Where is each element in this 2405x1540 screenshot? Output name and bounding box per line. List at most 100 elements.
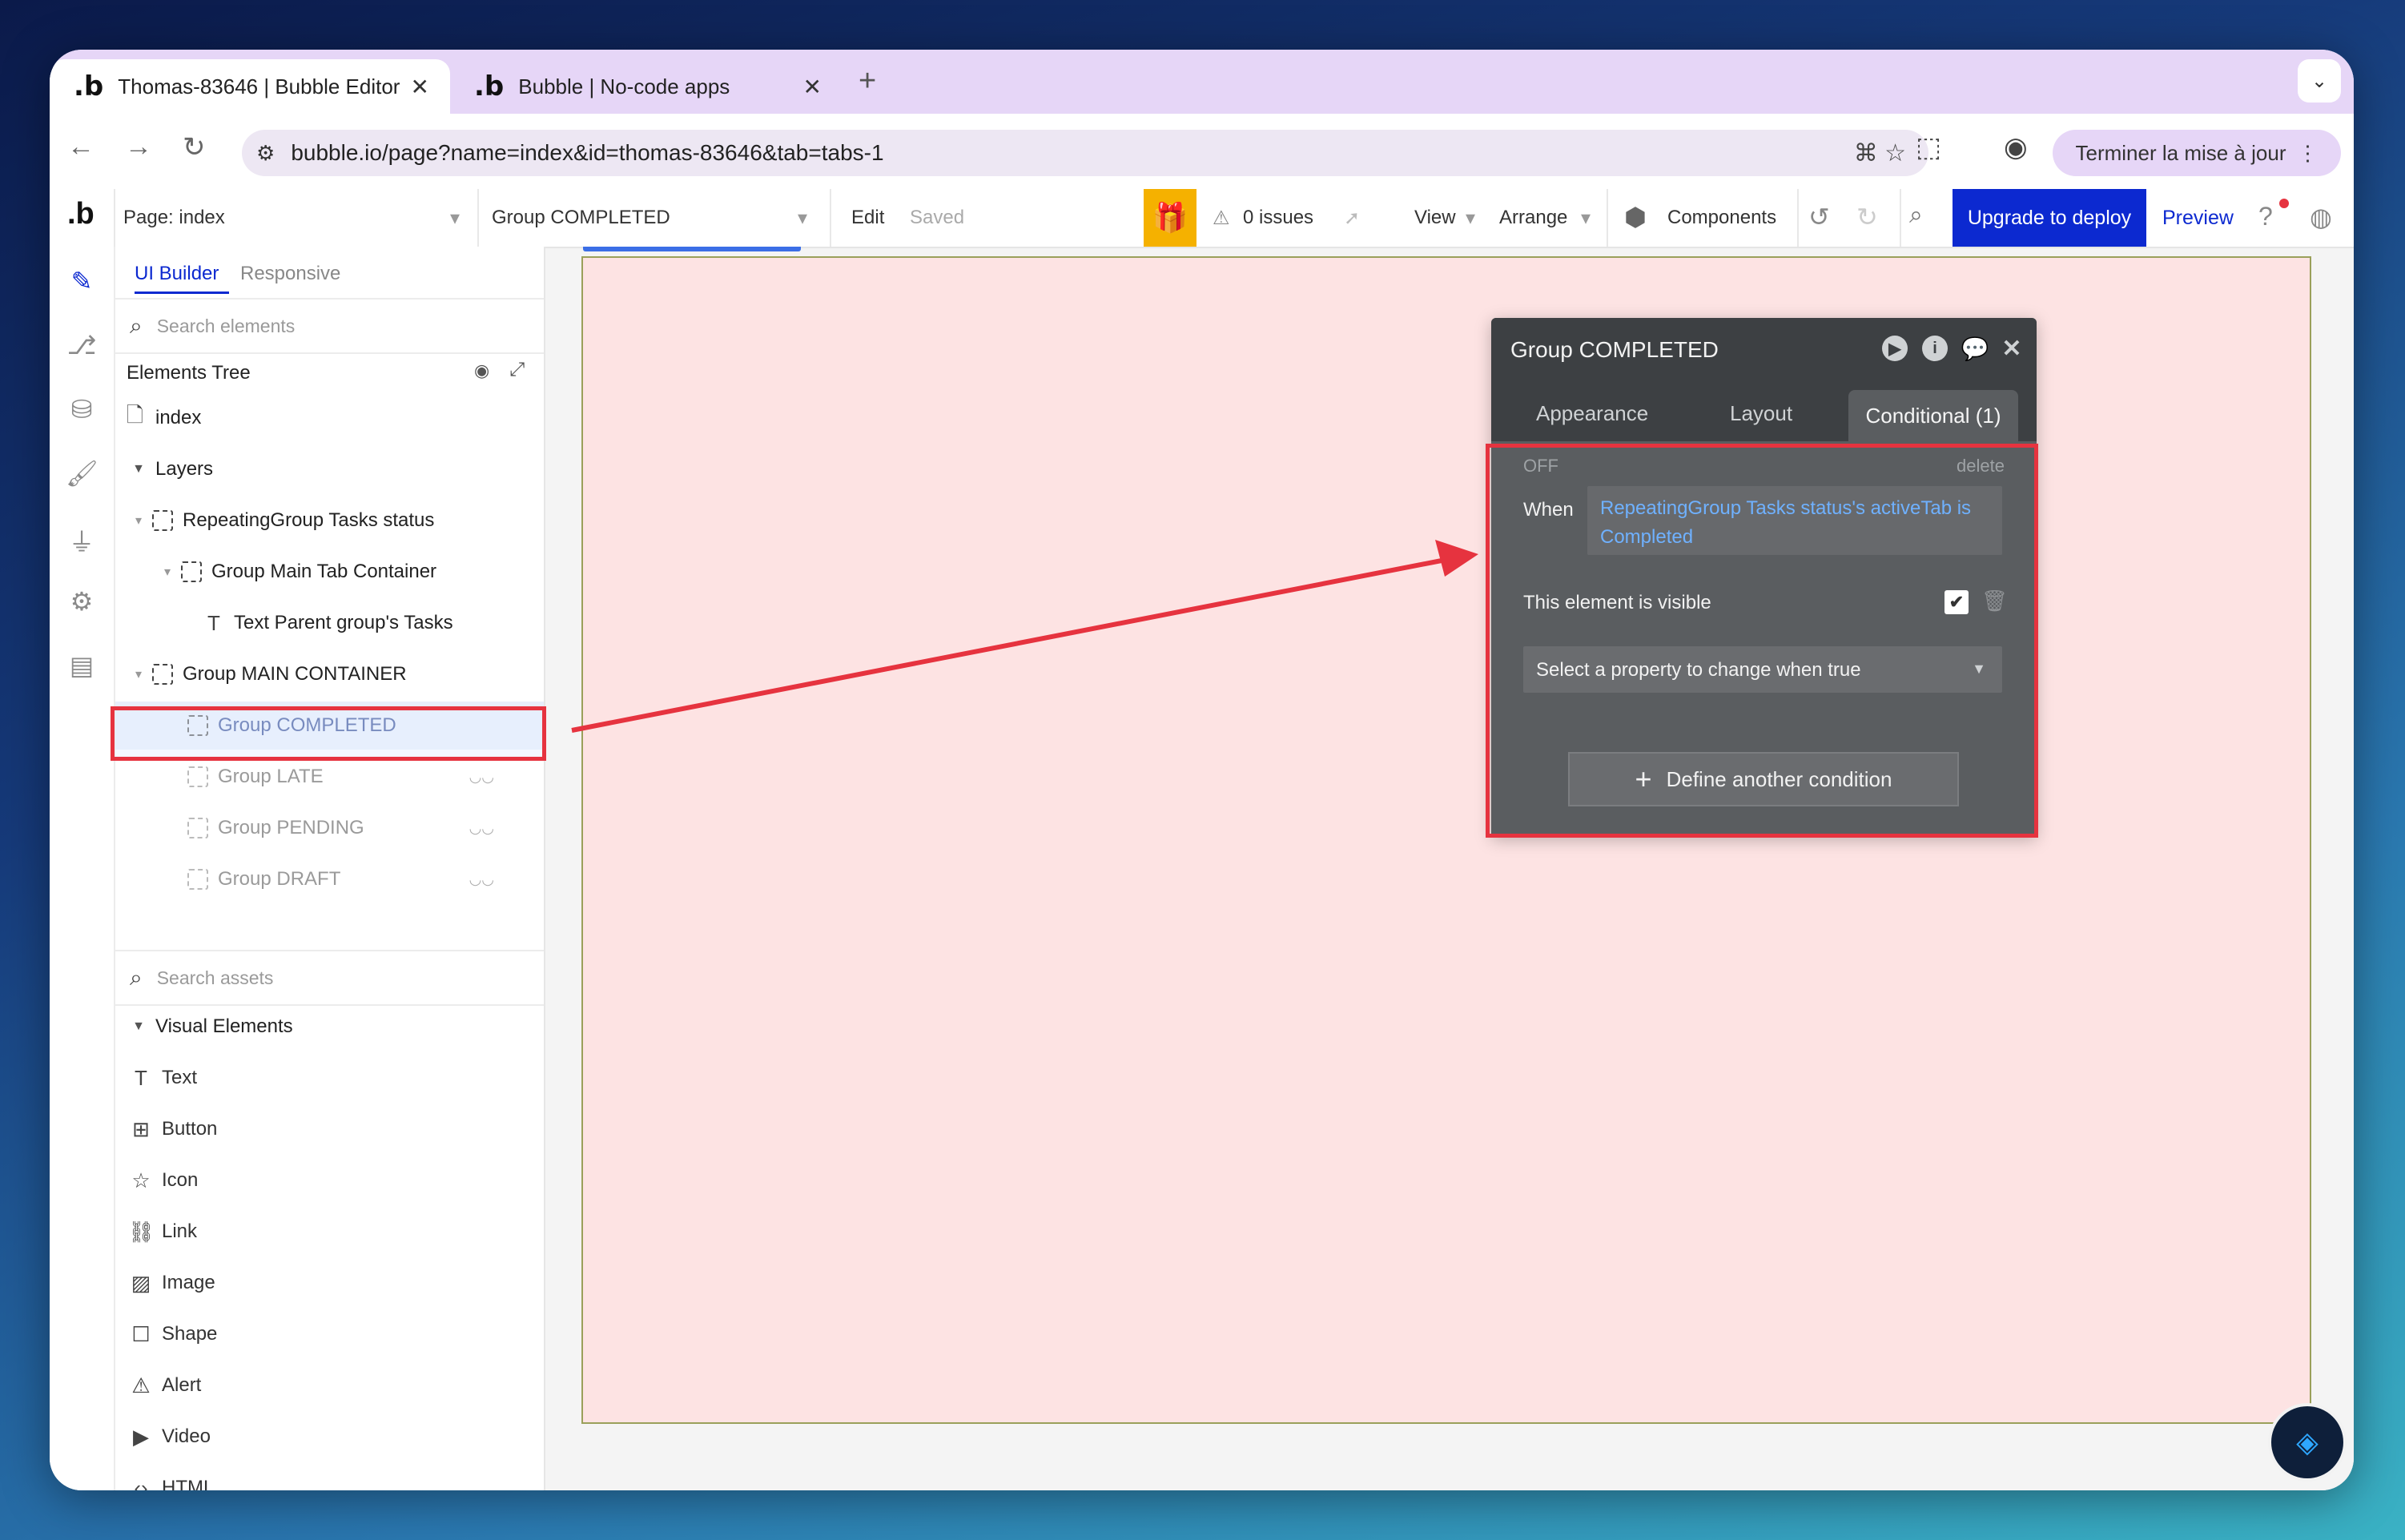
address-bar[interactable]: ⚙ bubble.io/page?name=index&id=thomas-83… — [242, 130, 1928, 176]
profile-avatar-icon[interactable]: ◉ — [2004, 131, 2028, 163]
visual-element-label: Alert — [162, 1374, 202, 1396]
tree-item-repeatinggroup[interactable]: ▾ RepeatingGroup Tasks status — [115, 497, 544, 545]
tree-item-group-main-tab[interactable]: ▾ Group Main Tab Container — [115, 548, 544, 596]
tab-title: Bubble | No-code apps — [518, 74, 730, 99]
view-menu[interactable]: View — [1414, 207, 1456, 229]
search-icon[interactable]: ⌕ — [1909, 202, 1923, 229]
tree-item-text-parent[interactable]: T Text Parent group's Tasks — [115, 599, 544, 647]
tab-responsive[interactable]: Responsive — [240, 263, 340, 285]
tree-item-group-draft[interactable]: Group DRAFT ◡◡ — [115, 855, 544, 903]
visual-element-button[interactable]: ⊞ Button — [115, 1105, 544, 1153]
issues-button[interactable]: 0 issues — [1243, 207, 1313, 229]
floating-assistant-button[interactable]: ◈ — [2268, 1403, 2347, 1482]
visual-element-link[interactable]: ⛓ Link — [115, 1208, 544, 1256]
eye-icon[interactable]: ◉ — [474, 360, 489, 381]
page-dropdown[interactable]: Page: index — [123, 207, 225, 229]
undo-icon[interactable]: ↺ — [1808, 202, 1830, 232]
tree-item-group-main-container[interactable]: ▾ Group MAIN CONTAINER — [115, 650, 544, 698]
tab-ui-builder[interactable]: UI Builder — [135, 263, 219, 285]
chevron-down-icon: ⌄ — [2310, 70, 2328, 92]
tree-item-label: RepeatingGroup Tasks status — [183, 509, 435, 531]
cursor-icon[interactable]: ➚ — [1344, 207, 1360, 230]
visual-elements-header[interactable]: ▼ Visual Elements — [115, 1003, 544, 1051]
play-icon[interactable]: ▶ — [1882, 336, 1908, 361]
page-icon: 🗋 — [127, 403, 143, 427]
data-tab-icon[interactable]: ⛁ — [66, 394, 98, 426]
components-button[interactable]: Components — [1667, 207, 1776, 229]
styles-tab-icon[interactable]: 🖌 — [66, 458, 99, 490]
tab-layout[interactable]: Layout — [1730, 401, 1792, 426]
site-settings-icon[interactable]: ⚙ — [256, 141, 275, 166]
account-icon[interactable]: ◍ — [2310, 202, 2332, 232]
visual-element-video[interactable]: ▶ Video — [115, 1413, 544, 1461]
preview-button[interactable]: Preview — [2162, 207, 2234, 230]
update-button[interactable]: Terminer la mise à jour ⋮ — [2053, 130, 2341, 176]
element-dropdown[interactable]: Group COMPLETED — [492, 207, 670, 229]
new-tab-button[interactable]: + — [859, 64, 876, 99]
comment-icon[interactable]: 💬 — [1961, 336, 1989, 361]
caret-down-icon[interactable]: ▾ — [130, 666, 147, 682]
translate-and-bookmark-icons[interactable]: ⌘ ☆ — [1854, 139, 1906, 167]
group-icon — [152, 664, 173, 685]
tree-item-label: index — [155, 407, 202, 428]
caret-down-icon[interactable]: ▼ — [130, 1019, 147, 1034]
settings-tab-icon[interactable]: ⚙ — [66, 586, 98, 618]
extensions-icon[interactable]: ⬚ — [1916, 131, 1941, 163]
bubble-logo[interactable]: .b — [67, 197, 95, 231]
tab-title: Thomas-83646 | Bubble Editor — [118, 74, 400, 99]
search-assets-field[interactable]: ⌕ Search assets — [115, 950, 544, 1006]
workflow-tab-icon[interactable]: ⎇ — [66, 330, 98, 362]
expand-icon[interactable]: ⤢ — [509, 359, 525, 381]
property-editor-header[interactable]: Group COMPLETED ▶ i 💬 ✕ — [1491, 318, 2037, 382]
tab-appearance[interactable]: Appearance — [1536, 401, 1648, 426]
visual-element-label: Icon — [162, 1169, 199, 1191]
browser-tab-bubble[interactable]: .b Bubble | No-code apps ✕ — [450, 59, 843, 114]
canvas-group-completed[interactable] — [581, 256, 2311, 1424]
visual-element-icon[interactable]: ☆ Icon — [115, 1156, 544, 1204]
visual-element-html[interactable]: ‹› HTML — [115, 1464, 544, 1491]
visual-element-image[interactable]: ▨ Image — [115, 1259, 544, 1307]
property-editor-title: Group COMPLETED — [1510, 337, 1719, 362]
logs-tab-icon[interactable]: ▤ — [66, 650, 98, 682]
info-icon[interactable]: i — [1922, 336, 1948, 361]
visual-element-label: Image — [162, 1272, 215, 1293]
arrange-menu[interactable]: Arrange — [1499, 207, 1567, 229]
visual-element-label: Video — [162, 1425, 211, 1447]
assistant-icon: ◈ — [2296, 1425, 2319, 1458]
caret-down-icon[interactable]: ▼ — [130, 462, 147, 476]
search-icon: ⌕ — [130, 312, 143, 338]
visual-element-shape[interactable]: ☐ Shape — [115, 1310, 544, 1358]
close-icon[interactable]: ✕ — [803, 74, 822, 100]
plugins-tab-icon[interactable]: ⏚ — [66, 522, 98, 557]
gift-icon[interactable]: 🎁 — [1144, 189, 1196, 247]
close-icon[interactable]: ✕ — [411, 74, 429, 100]
redo-icon[interactable]: ↻ — [1856, 202, 1878, 232]
upgrade-to-deploy-button[interactable]: Upgrade to deploy — [1953, 189, 2146, 247]
highlight-box-tree-item — [111, 706, 546, 761]
caret-down-icon[interactable]: ▾ — [130, 513, 147, 529]
forward-icon[interactable]: → — [125, 131, 152, 163]
group-icon — [187, 869, 208, 890]
chevron-down-icon: ▾ — [1466, 207, 1476, 229]
search-elements-field[interactable]: ⌕ Search elements — [115, 298, 544, 354]
design-tab-icon[interactable]: ✎ — [66, 266, 98, 298]
help-icon[interactable]: ? — [2258, 202, 2273, 231]
caret-down-icon[interactable]: ▾ — [159, 564, 176, 580]
tree-item-group-pending[interactable]: Group PENDING ◡◡ — [115, 804, 544, 852]
eye-closed-icon[interactable]: ◡◡ — [469, 871, 494, 888]
back-icon[interactable]: ← — [67, 131, 95, 163]
visual-element-text[interactable]: T Text — [115, 1054, 544, 1102]
visual-element-alert[interactable]: ⚠ Alert — [115, 1361, 544, 1409]
reload-icon[interactable]: ↻ — [183, 131, 206, 163]
tree-item-index[interactable]: 🗋 index — [115, 394, 544, 442]
eye-closed-icon[interactable]: ◡◡ — [469, 769, 494, 786]
tree-item-label: Group Main Tab Container — [211, 561, 437, 582]
eye-closed-icon[interactable]: ◡◡ — [469, 820, 494, 837]
edit-mode-label[interactable]: Edit — [851, 207, 884, 229]
browser-tab-editor[interactable]: .b Thomas-83646 | Bubble Editor ✕ — [50, 59, 450, 114]
tab-conditional[interactable]: Conditional (1) — [1848, 390, 2018, 441]
tree-item-layers[interactable]: ▼ Layers — [115, 445, 544, 493]
tree-item-label: Text Parent group's Tasks — [234, 612, 453, 633]
close-icon[interactable]: ✕ — [1999, 336, 2025, 362]
tab-search-button[interactable]: ⌄ — [2298, 59, 2341, 103]
